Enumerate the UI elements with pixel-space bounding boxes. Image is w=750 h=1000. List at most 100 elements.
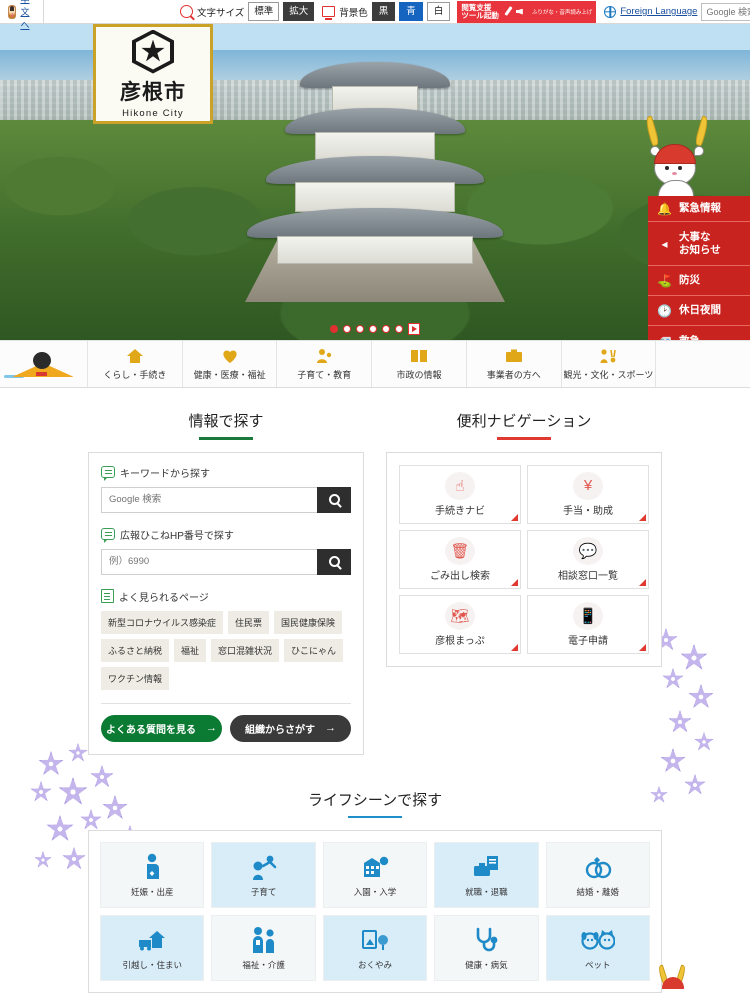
arrow-right-icon: → bbox=[325, 722, 336, 734]
textsize-standard-button[interactable]: 標準 bbox=[248, 1, 280, 22]
life-label-2: 入園・入学 bbox=[353, 887, 397, 897]
keyword-search-button[interactable] bbox=[317, 486, 351, 513]
tag-fukushi[interactable]: 福祉 bbox=[174, 638, 207, 662]
textsize-large-button[interactable]: 拡大 bbox=[283, 1, 315, 22]
life-cell-kosodate[interactable]: 子育て bbox=[211, 842, 316, 908]
life-cell-shushoku[interactable]: 就職・退職 bbox=[434, 842, 539, 908]
trash-bin-icon: 🗑 bbox=[445, 536, 475, 565]
mascot-nose bbox=[672, 172, 677, 175]
search-icon bbox=[328, 494, 340, 505]
carousel-dot-5[interactable] bbox=[382, 325, 390, 333]
magnifier-icon bbox=[180, 5, 194, 18]
keyword-search-label: キーワードから探す bbox=[120, 468, 210, 480]
nav-panel-rule bbox=[497, 437, 551, 440]
bgcolor-blue-button[interactable]: 青 bbox=[399, 1, 423, 22]
castle-floor-1 bbox=[277, 236, 473, 264]
convenient-navigation-section: 便利ナビゲーション ☝ 手続きナビ ¥ 手当・助成 🗑 ごみ出し検索 💬 相談窓… bbox=[386, 410, 662, 755]
life-cell-nyuen[interactable]: 入園・入学 bbox=[322, 842, 428, 908]
life-scene-title: ライフシーンで探す bbox=[307, 791, 443, 809]
reading-assist-button[interactable]: 閲覧支援 ツール起動 ふりがな・音声読み上げ bbox=[457, 0, 597, 23]
emergency-item-kinkyu[interactable]: 🔔 緊急情報 bbox=[648, 196, 750, 222]
emergency-item-kyujitsu[interactable]: 🕑 休日夜間 bbox=[648, 296, 750, 326]
keyword-search-input[interactable] bbox=[101, 486, 317, 513]
mascot-eye-left bbox=[665, 166, 669, 170]
carousel-dot-6[interactable] bbox=[395, 325, 403, 333]
carousel-dot-2[interactable] bbox=[343, 325, 351, 333]
life-cell-okuyami[interactable]: おくやみ bbox=[322, 915, 428, 981]
nav-cell-denshi[interactable]: 📱 電子申請 bbox=[527, 594, 649, 654]
emergency-links: 🔔 緊急情報 ◂ 大事な お知らせ ⛳ 防災 🕑 休日夜間 🚑 救急 bbox=[648, 196, 750, 340]
open-book-icon bbox=[410, 347, 428, 365]
life-cell-pet[interactable]: ペット bbox=[545, 915, 650, 981]
tag-juminhyo[interactable]: 住民票 bbox=[228, 610, 270, 634]
foreign-language-link[interactable]: Foreign Language bbox=[620, 6, 697, 17]
life-cell-kekkon[interactable]: 結婚・離婚 bbox=[545, 842, 650, 908]
dog-cat-icon bbox=[581, 925, 615, 955]
life-cell-kenko[interactable]: 健康・病気 bbox=[434, 915, 539, 981]
gnav-item-shisei[interactable]: 市政の情報 bbox=[372, 341, 467, 387]
tag-hikonyan[interactable]: ひこにゃん bbox=[284, 638, 344, 662]
parent-child-icon bbox=[315, 347, 333, 365]
castle-roof-3 bbox=[285, 108, 465, 134]
carousel-dot-3[interactable] bbox=[356, 325, 364, 333]
life-label-6: 福祉・介護 bbox=[242, 960, 285, 970]
hpnumber-search-box bbox=[101, 548, 351, 575]
info-search-panel: キーワードから探す 広報ひこねHP番号で探す bbox=[88, 451, 364, 755]
emergency-item-kyukyu[interactable]: 🚑 救急 bbox=[648, 326, 750, 340]
arrow-right-icon: → bbox=[206, 722, 217, 734]
castle-roof-1 bbox=[247, 208, 503, 238]
bgcolor-black-button[interactable]: 黒 bbox=[371, 1, 396, 22]
top-sections: 情報で探す キーワードから探す 広報ひこねHP番号で探す bbox=[0, 410, 750, 755]
gnav-item-kurashi[interactable]: くらし・手続き bbox=[88, 341, 183, 387]
house-icon bbox=[126, 347, 144, 365]
tag-madoguchi[interactable]: 窓口混雑状況 bbox=[211, 638, 280, 662]
reading-assist-icons bbox=[502, 6, 529, 18]
tag-kokuho[interactable]: 国民健康保険 bbox=[274, 610, 343, 634]
global-search-input[interactable] bbox=[701, 2, 750, 21]
emergency-item-oshirase[interactable]: ◂ 大事な お知らせ bbox=[648, 222, 750, 266]
smartphone-hand-icon: 📱 bbox=[573, 601, 603, 630]
faq-button[interactable]: よくある質問を見る → bbox=[101, 714, 222, 742]
global-search bbox=[701, 2, 750, 21]
hpnumber-search-input[interactable] bbox=[101, 548, 317, 575]
nav-cell-teate[interactable]: ¥ 手当・助成 bbox=[527, 464, 649, 524]
carousel-dot-1[interactable] bbox=[330, 325, 338, 333]
life-label-9: ペット bbox=[585, 960, 611, 970]
life-label-4: 結婚・離婚 bbox=[576, 887, 620, 897]
nav-cell-sodan[interactable]: 💬 相談窓口一覧 bbox=[527, 529, 649, 589]
gnav-item-kosodate[interactable]: 子育て・教育 bbox=[277, 341, 373, 387]
nav-cell-gomi[interactable]: 🗑 ごみ出し検索 bbox=[399, 529, 521, 589]
speaker-icon bbox=[516, 6, 529, 17]
logo-name-jp: 彦根市 bbox=[120, 80, 186, 104]
carousel-play-button[interactable] bbox=[408, 323, 420, 335]
carousel-dot-4[interactable] bbox=[369, 325, 377, 333]
life-label-5: 引越し・住まい bbox=[122, 960, 182, 970]
nav-panel: ☝ 手続きナビ ¥ 手当・助成 🗑 ごみ出し検索 💬 相談窓口一覧 🗺 彦根まっ… bbox=[386, 451, 662, 667]
organization-button-label: 組織からさがす bbox=[245, 724, 315, 736]
utility-topbar: 本文へ 文字サイズ 標準 拡大 背景色 黒 青 白 閲覧支援 ツール起動 ふりが… bbox=[0, 0, 750, 30]
life-cell-kaigo[interactable]: 福祉・介護 bbox=[211, 915, 316, 981]
hpnumber-search-button[interactable] bbox=[317, 548, 351, 575]
gnav-item-kanko[interactable]: 観光・文化・スポーツ bbox=[562, 341, 657, 387]
tag-furusato[interactable]: ふるさと納税 bbox=[101, 638, 170, 662]
site-logo[interactable]: 彦根市 Hikone City bbox=[93, 24, 213, 124]
life-label-7: おくやみ bbox=[357, 960, 392, 970]
emergency-item-bosai[interactable]: ⛳ 防災 bbox=[648, 266, 750, 296]
nav-cell-tetsuzuki[interactable]: ☝ 手続きナビ bbox=[399, 464, 521, 524]
nav-panel-grid: ☝ 手続きナビ ¥ 手当・助成 🗑 ごみ出し検索 💬 相談窓口一覧 🗺 彦根まっ… bbox=[399, 464, 649, 654]
gnav-item-kenko[interactable]: 健康・医療・福祉 bbox=[183, 341, 278, 387]
organization-button[interactable]: 組織からさがす → bbox=[230, 714, 351, 742]
gnav-spacer bbox=[656, 341, 750, 387]
tag-vaccine[interactable]: ワクチン情報 bbox=[101, 666, 170, 690]
nav-cell-map[interactable]: 🗺 彦根まっぷ bbox=[399, 594, 521, 654]
skip-to-content-link[interactable]: 本文へ bbox=[0, 0, 45, 30]
life-cell-ninshin[interactable]: 妊娠・出産 bbox=[100, 842, 205, 908]
gnav-item-jigyosha[interactable]: 事業者の方へ bbox=[467, 341, 562, 387]
hpnumber-search-label: 広報ひこねHP番号で探す bbox=[120, 530, 234, 542]
tag-corona[interactable]: 新型コロナウイルス感染症 bbox=[101, 610, 224, 634]
running-person-icon: ⛳ bbox=[657, 273, 672, 288]
nav-cell-label-3: 相談窓口一覧 bbox=[558, 570, 618, 582]
cat-ear-right-icon bbox=[694, 146, 704, 156]
bgcolor-white-button[interactable]: 白 bbox=[426, 1, 451, 22]
life-cell-hikkoshi[interactable]: 引越し・住まい bbox=[100, 915, 205, 981]
